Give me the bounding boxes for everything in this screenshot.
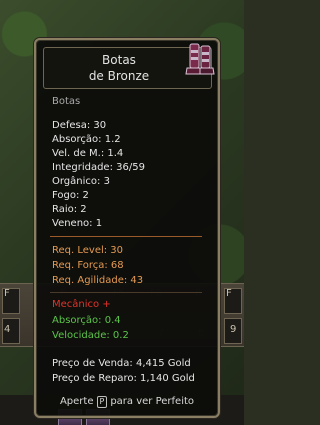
key-p-icon: P	[96, 396, 108, 408]
spec-bonus-absorption: Absorção: 0.4	[52, 315, 121, 326]
section-divider	[50, 292, 202, 293]
sell-price: Preço de Venda: 4,415 Gold	[52, 358, 191, 369]
section-divider	[50, 236, 202, 237]
slot-key-label: F	[4, 288, 10, 299]
req-level: Req. Level: 30	[52, 245, 124, 256]
req-agility: Req. Agilidade: 43	[52, 275, 144, 286]
spec-bonus-speed: Velocidade: 0.2	[52, 330, 129, 341]
item-name-line-2: de Bronze	[88, 69, 150, 83]
slot-key-label: F	[226, 288, 232, 299]
stat-integrity: Integridade: 36/59	[52, 162, 145, 173]
perfect-hint: Aperte Ppara ver Perfeito	[36, 396, 218, 408]
hint-text-after: para ver Perfeito	[110, 396, 195, 407]
stat-defense: Defesa: 30	[52, 120, 107, 131]
tooltip-header: Botas de Bronze	[43, 43, 215, 89]
slot-key-label: 4	[4, 324, 11, 335]
item-tooltip: Botas de Bronze Botas Defesa: 30 Absorçã…	[34, 38, 220, 418]
stat-move-speed: Vel. de M.: 1.4	[52, 148, 124, 159]
stat-poison: Veneno: 1	[52, 218, 103, 229]
stat-organic: Orgânico: 3	[52, 176, 110, 187]
bronze-boots-icon	[185, 43, 215, 75]
stat-lightning: Raio: 2	[52, 204, 87, 215]
spec-title: Mecânico +	[52, 299, 111, 310]
repair-price: Preço de Reparo: 1,140 Gold	[52, 373, 195, 384]
item-name-line-1: Botas	[102, 53, 136, 67]
item-type: Botas	[52, 96, 81, 107]
stat-fire: Fogo: 2	[52, 190, 89, 201]
slot-key-label: 9	[230, 324, 237, 335]
stat-absorption: Absorção: 1.2	[52, 134, 121, 145]
hint-text-before: Aperte	[59, 396, 94, 407]
req-strength: Req. Força: 68	[52, 260, 124, 271]
